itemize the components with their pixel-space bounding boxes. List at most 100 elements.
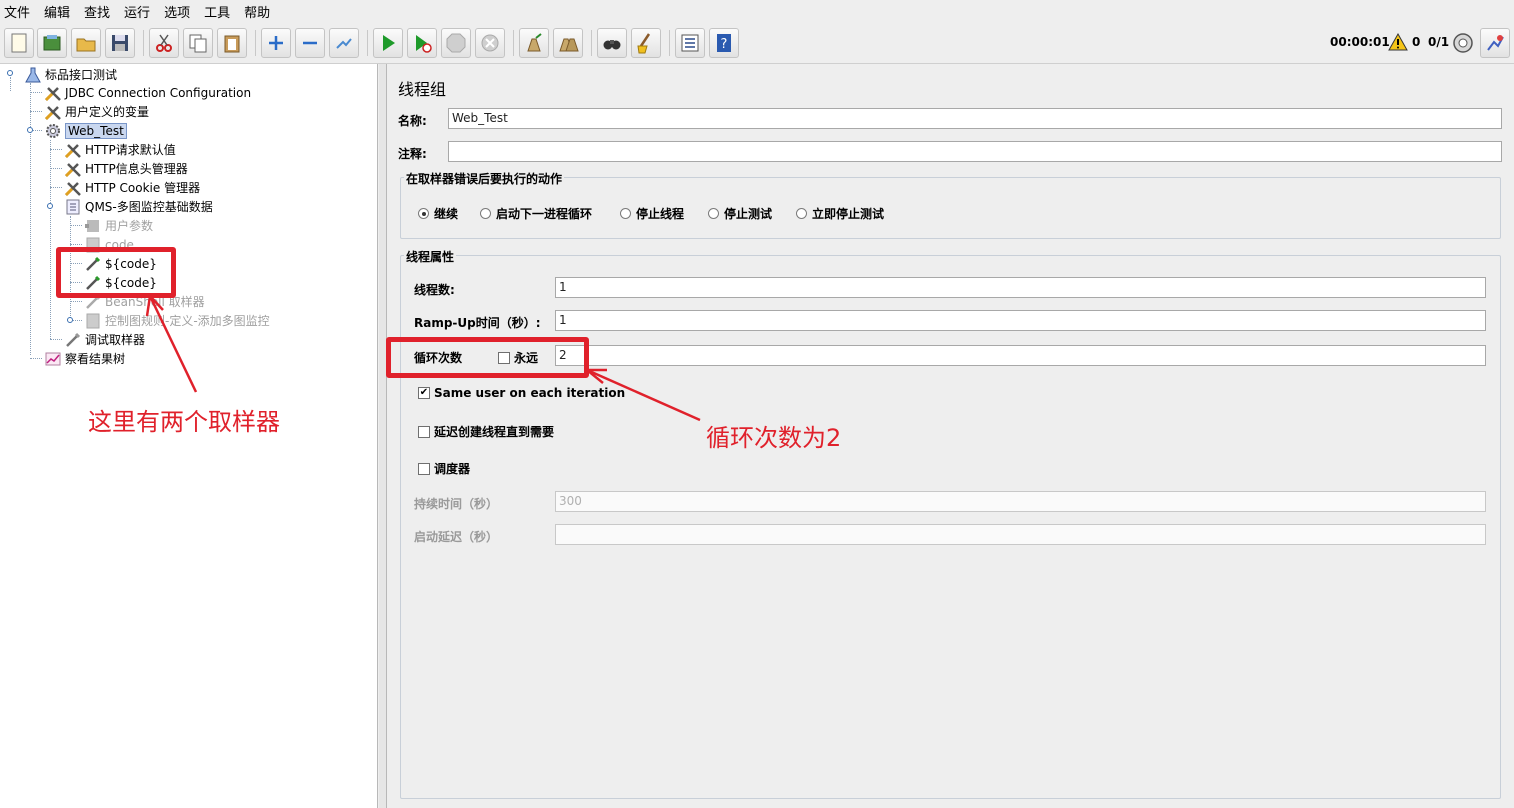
tree-node-jdbc-config[interactable]: JDBC Connection Configuration: [44, 83, 251, 102]
startup-delay-label: 启动延迟（秒）: [414, 530, 499, 544]
rampup-field[interactable]: 1: [555, 310, 1486, 331]
startup-delay-field[interactable]: [555, 524, 1486, 545]
radio-stop-test[interactable]: 停止测试: [708, 205, 772, 222]
clear-all-icon[interactable]: [553, 28, 583, 58]
expand-icon[interactable]: [261, 28, 291, 58]
config-wrench-icon: [64, 179, 82, 197]
annotation-box-loop-count: [386, 337, 589, 378]
remote-status-icon: [1452, 32, 1474, 54]
start-icon[interactable]: [373, 28, 403, 58]
radio-continue[interactable]: 继续: [418, 205, 458, 222]
radio-stop-thread[interactable]: 停止线程: [620, 205, 684, 222]
active-threads: 0/1: [1428, 35, 1450, 49]
collapse-icon[interactable]: [295, 28, 325, 58]
preprocessor-icon: [84, 217, 102, 235]
page-title: 线程组: [398, 80, 447, 99]
config-wrench-icon: [44, 103, 62, 121]
annotation-note-samplers: 这里有两个取样器: [88, 408, 280, 436]
delay-thread-creation-checkbox[interactable]: 延迟创建线程直到需要: [418, 423, 554, 440]
duration-field[interactable]: 300: [555, 491, 1486, 512]
tree-node-user-variables[interactable]: 用户定义的变量: [44, 102, 149, 121]
tree-node-results-tree[interactable]: 察看结果树: [44, 349, 125, 368]
menu-bar: 文件 编辑 查找 运行 选项 工具 帮助: [0, 0, 1514, 22]
save-icon[interactable]: [105, 28, 135, 58]
cut-icon[interactable]: [149, 28, 179, 58]
warning-count: 0: [1412, 35, 1421, 49]
search-icon[interactable]: [597, 28, 627, 58]
menu-file[interactable]: 文件: [4, 2, 30, 21]
tree-node-label: JDBC Connection Configuration: [65, 85, 252, 100]
new-icon[interactable]: [4, 28, 34, 58]
tree-node-label: 控制图规则-定义-添加多图监控: [105, 314, 270, 328]
shutdown-icon[interactable]: [475, 28, 505, 58]
log-viewer-icon[interactable]: [1480, 28, 1510, 58]
pane-splitter[interactable]: [379, 64, 387, 808]
elapsed-timer: 00:00:01: [1330, 35, 1390, 49]
menu-help[interactable]: 帮助: [244, 2, 270, 21]
open-icon[interactable]: [71, 28, 101, 58]
checkbox-box: [418, 425, 430, 438]
scheduler-checkbox[interactable]: 调度器: [418, 460, 470, 477]
comment-field[interactable]: [448, 141, 1502, 162]
radio-stop-test-now[interactable]: 立即停止测试: [796, 205, 884, 222]
radio-dot: [620, 208, 631, 219]
thread-properties-title: 线程属性: [404, 248, 457, 265]
stop-icon[interactable]: [441, 28, 471, 58]
tree-node-label: HTTP信息头管理器: [85, 162, 188, 176]
radio-dot: [796, 208, 807, 219]
tree-node-user-parameters[interactable]: 用户参数: [84, 216, 153, 235]
checkbox-box: [418, 462, 430, 475]
tree-node-label: 调试取样器: [85, 333, 146, 347]
checkmark-icon: ✔: [418, 387, 430, 399]
same-user-checkbox[interactable]: ✔ Same user on each iteration: [418, 386, 625, 400]
sampler-pen-icon: [64, 331, 82, 349]
tree-node-label: Web_Test: [65, 122, 127, 139]
start-no-pause-icon[interactable]: [407, 28, 437, 58]
radio-dot: [480, 208, 491, 219]
annotation-note-loop-count: 循环次数为2: [706, 424, 842, 452]
thread-group-gear-icon: [44, 122, 62, 140]
loop-count-field[interactable]: 2: [555, 345, 1486, 366]
thread-group-panel: 线程组 名称: Web_Test 注释: 在取样器错误后要执行的动作 继续 启动…: [388, 64, 1514, 808]
tree-node-cookie-manager[interactable]: HTTP Cookie 管理器: [64, 178, 200, 197]
menu-search[interactable]: 查找: [84, 2, 110, 21]
svg-text:?: ?: [721, 37, 728, 52]
tree-node-controller-chart-rules[interactable]: 控制图规则-定义-添加多图监控: [84, 311, 270, 330]
toggle-icon[interactable]: [329, 28, 359, 58]
tree-node-label: 察看结果树: [65, 352, 126, 366]
threads-field[interactable]: 1: [555, 277, 1486, 298]
tree-node-label: 用户定义的变量: [65, 105, 150, 119]
name-field[interactable]: Web_Test: [448, 108, 1502, 129]
radio-start-next-loop[interactable]: 启动下一进程循环: [480, 205, 592, 222]
menu-edit[interactable]: 编辑: [44, 2, 70, 21]
test-plan-icon: [24, 66, 42, 84]
tree-node-http-defaults[interactable]: HTTP请求默认值: [64, 140, 176, 159]
tree-node-controller-qms[interactable]: QMS-多图监控基础数据: [64, 197, 213, 216]
menu-run[interactable]: 运行: [124, 2, 150, 21]
menu-options[interactable]: 选项: [164, 2, 190, 21]
tree-node-header-manager[interactable]: HTTP信息头管理器: [64, 159, 188, 178]
paste-icon[interactable]: [217, 28, 247, 58]
tree-node-debug-sampler[interactable]: 调试取样器: [64, 330, 145, 349]
templates-icon[interactable]: [37, 28, 67, 58]
controller-icon: [64, 198, 82, 216]
controller-icon: [84, 312, 102, 330]
menu-tools[interactable]: 工具: [204, 2, 230, 21]
comment-label: 注释:: [398, 147, 427, 161]
listener-graph-icon: [44, 350, 62, 368]
tree-node-label: HTTP Cookie 管理器: [85, 181, 201, 195]
warning-icon[interactable]: [1388, 32, 1408, 52]
copy-icon[interactable]: [183, 28, 213, 58]
config-wrench-icon: [64, 141, 82, 159]
function-helper-icon[interactable]: [675, 28, 705, 58]
duration-label: 持续时间（秒）: [414, 497, 499, 511]
rampup-label: Ramp-Up时间（秒）:: [414, 316, 541, 330]
clear-icon[interactable]: [519, 28, 549, 58]
tree-node-label: HTTP请求默认值: [85, 143, 176, 157]
radio-dot: [708, 208, 719, 219]
reset-search-icon[interactable]: [631, 28, 661, 58]
name-label: 名称:: [398, 114, 427, 128]
tree-node-test-plan[interactable]: 标品接口测试: [24, 65, 117, 84]
tree-node-thread-group[interactable]: Web_Test: [44, 121, 127, 140]
help-icon[interactable]: ?: [709, 28, 739, 58]
